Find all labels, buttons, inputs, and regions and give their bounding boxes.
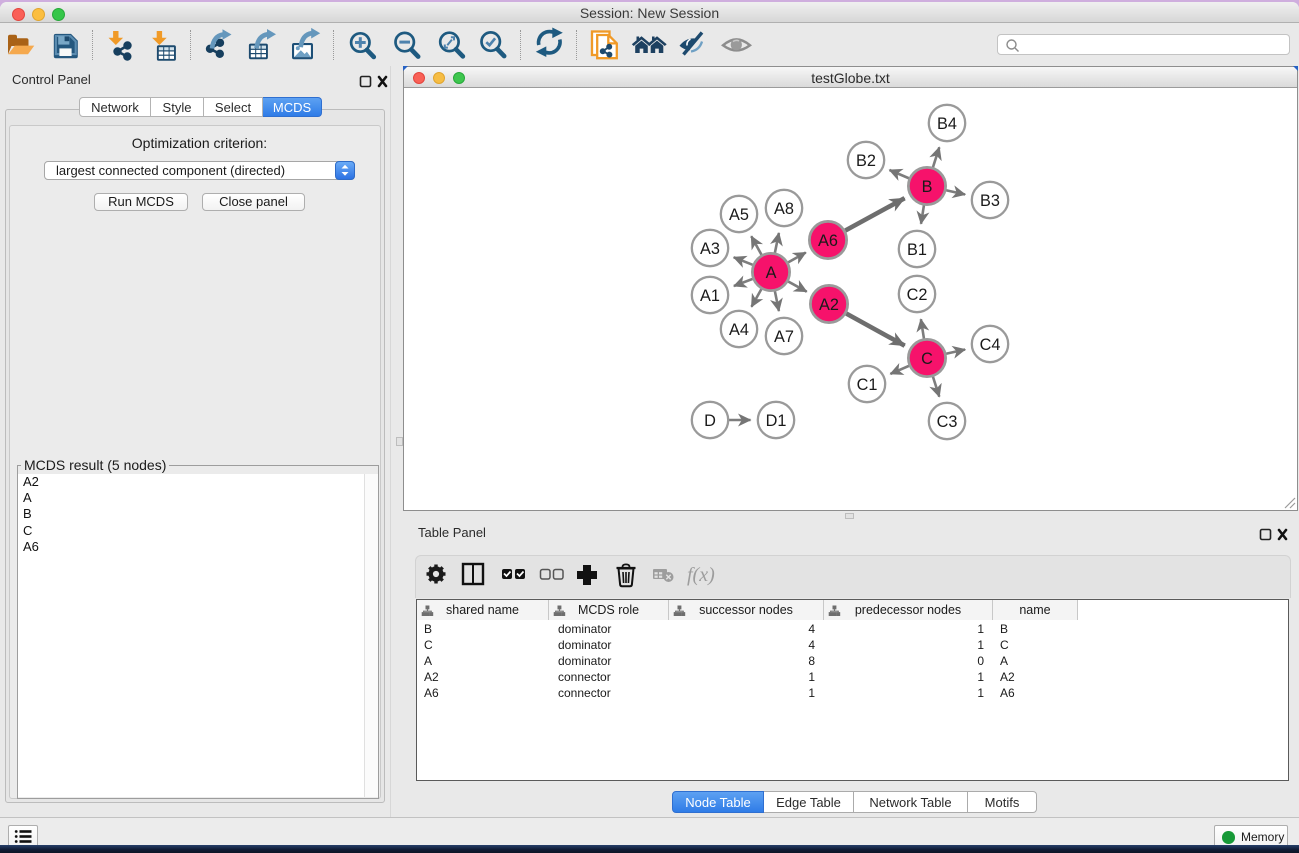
svg-text:A8: A8 [774,200,794,218]
svg-text:A3: A3 [700,240,720,258]
svg-text:f(x): f(x) [687,564,715,586]
svg-text:B4: B4 [937,115,957,133]
svg-text:C2: C2 [907,286,928,304]
svg-text:B2: B2 [856,152,876,170]
svg-text:A: A [766,264,777,282]
svg-text:D: D [704,412,716,430]
svg-text:C1: C1 [857,376,878,394]
svg-text:C4: C4 [980,336,1001,354]
svg-text:B3: B3 [980,192,1000,210]
svg-text:D1: D1 [766,412,787,430]
svg-text:A7: A7 [774,328,794,346]
svg-text:C3: C3 [937,413,958,431]
svg-text:A6: A6 [818,232,838,250]
svg-text:C: C [921,350,933,368]
svg-text:B: B [922,178,933,196]
svg-text:A5: A5 [729,206,749,224]
svg-text:A1: A1 [700,287,720,305]
svg-text:A4: A4 [729,321,749,339]
svg-text:B1: B1 [907,241,927,259]
svg-text:A2: A2 [819,296,839,314]
